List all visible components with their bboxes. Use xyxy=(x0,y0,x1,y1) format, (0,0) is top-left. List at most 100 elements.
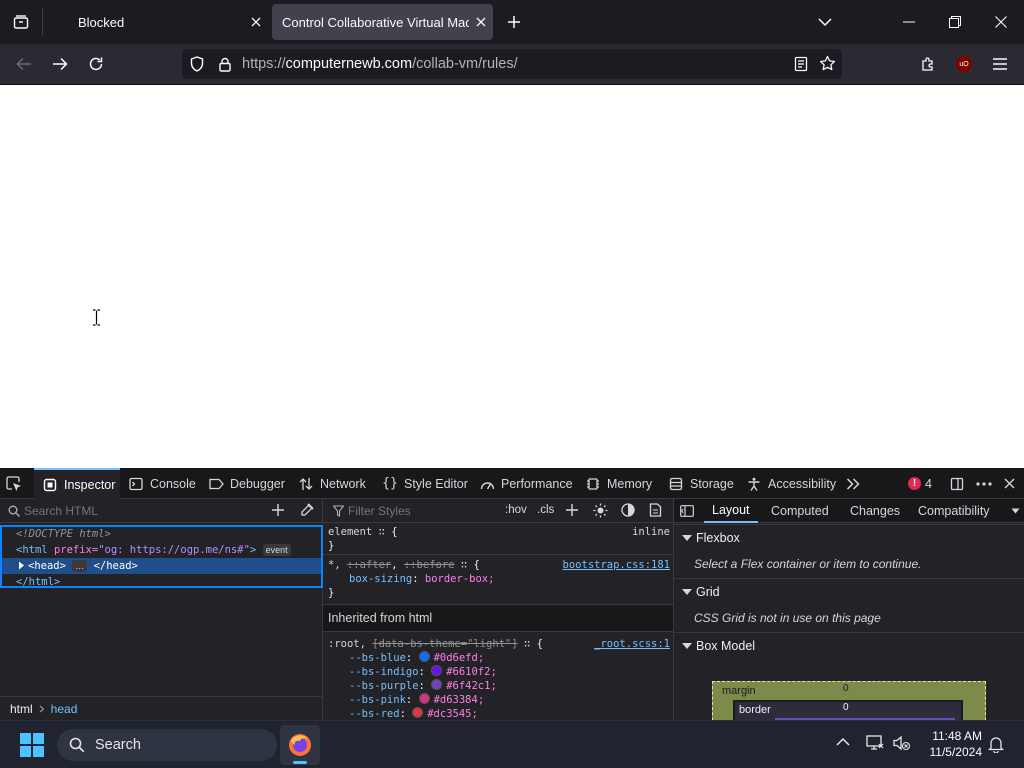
color-swatch[interactable] xyxy=(431,665,443,676)
tab-blocked[interactable]: Blocked xyxy=(44,4,268,40)
close-devtools-button[interactable] xyxy=(1004,468,1015,499)
back-button[interactable] xyxy=(8,48,40,80)
declaration-bs-red[interactable]: --bs-red: #dc3545; xyxy=(323,707,673,720)
tab-debugger[interactable]: Debugger xyxy=(208,468,285,499)
dock-side-button[interactable] xyxy=(950,468,964,499)
toggle-sidebar-button[interactable] xyxy=(680,499,694,523)
box-model-border[interactable]: border 0 xyxy=(733,700,963,720)
tab-collab-vm[interactable]: Control Collaborative Virtual Machine xyxy=(272,4,493,40)
breadcrumb-item-html[interactable]: html xyxy=(10,702,33,716)
tab-inspector[interactable]: Inspector xyxy=(34,468,120,499)
more-tools-button[interactable] xyxy=(846,468,860,499)
flexbox-section-header[interactable]: Flexbox xyxy=(674,524,1024,550)
extensions-button[interactable] xyxy=(912,48,944,80)
tab-computed[interactable]: Computed xyxy=(771,499,829,523)
tab-style-editor[interactable]: {} Style Editor xyxy=(382,468,468,499)
declaration-bs-indigo[interactable]: --bs-indigo: #6610f2; xyxy=(323,665,673,679)
markup-node-html-close[interactable]: </html> xyxy=(2,574,321,590)
box-model-section-header[interactable]: Box Model xyxy=(674,632,1024,658)
new-tab-button[interactable] xyxy=(492,0,536,44)
tab-network[interactable]: Network xyxy=(298,468,366,499)
event-badge[interactable]: event xyxy=(262,544,291,556)
tracking-protection-icon[interactable] xyxy=(182,56,212,72)
tab-performance[interactable]: Performance xyxy=(479,468,573,499)
hov-toggle[interactable]: :hov xyxy=(505,504,527,516)
url-text[interactable]: https://computernewb.com/collab-vm/rules… xyxy=(242,56,518,72)
declaration[interactable]: box-sizing: border-box; xyxy=(323,572,673,586)
app-menu-button[interactable] xyxy=(984,48,1016,80)
markup-node-doctype[interactable]: <!DOCTYPE html> xyxy=(2,526,321,542)
tab-compatibility[interactable]: Compatibility xyxy=(918,499,990,523)
color-swatch[interactable] xyxy=(418,693,430,704)
console-icon xyxy=(128,476,144,492)
forward-button[interactable] xyxy=(44,48,76,80)
color-swatch[interactable] xyxy=(431,679,443,690)
reader-view-icon[interactable] xyxy=(794,56,808,72)
page-content[interactable] xyxy=(0,85,1024,468)
network-status-icon[interactable] xyxy=(866,735,884,751)
tab-changes[interactable]: Changes xyxy=(850,499,900,523)
margin-top-value[interactable]: 0 xyxy=(843,683,849,694)
cls-toggle[interactable]: .cls xyxy=(537,504,554,516)
tab-label: Network xyxy=(320,476,366,491)
declaration-bs-blue[interactable]: --bs-blue: #0d6efd; xyxy=(323,651,673,665)
url-bar[interactable]: https://computernewb.com/collab-vm/rules… xyxy=(182,49,842,79)
markup-node-html[interactable]: <html prefix="og: https://ogp.me/ns#"> e… xyxy=(2,542,321,558)
element-rule[interactable]: element ∷ {inline } xyxy=(323,525,673,553)
dark-scheme-button[interactable] xyxy=(621,503,635,517)
tab-memory[interactable]: Memory xyxy=(585,468,652,499)
collapsed-ellipsis-badge[interactable]: … xyxy=(72,560,88,572)
universal-rule[interactable]: *, ::after, ::before ∷ {bootstrap.css:18… xyxy=(323,558,673,600)
rule-selector: :root, xyxy=(328,638,366,650)
border-top-value[interactable]: 0 xyxy=(843,702,849,713)
light-scheme-button[interactable] xyxy=(593,503,608,518)
tab-layout[interactable]: Layout xyxy=(704,499,758,523)
add-node-button[interactable] xyxy=(272,504,284,516)
lock-icon[interactable] xyxy=(212,57,238,72)
bookmark-star-icon[interactable] xyxy=(819,55,836,72)
print-media-button[interactable] xyxy=(649,503,662,517)
restore-button[interactable] xyxy=(932,0,978,44)
taskbar-firefox-button[interactable] xyxy=(280,725,320,765)
add-rule-button[interactable] xyxy=(566,504,578,516)
tab-accessibility[interactable]: Accessibility xyxy=(746,468,836,499)
tab-storage[interactable]: Storage xyxy=(668,468,734,499)
grid-section-header[interactable]: Grid xyxy=(674,578,1024,604)
color-swatch[interactable] xyxy=(412,707,424,718)
tab-manager-button[interactable] xyxy=(0,0,42,44)
rule-source-link[interactable]: _root.scss:1 xyxy=(594,637,670,651)
close-window-button[interactable] xyxy=(978,0,1024,44)
breadcrumb-item-head[interactable]: head xyxy=(51,702,78,716)
devtools-options-button[interactable] xyxy=(976,468,992,499)
minimize-button[interactable] xyxy=(886,0,932,44)
eyedropper-button[interactable] xyxy=(300,503,314,517)
tab-close-button[interactable] xyxy=(244,10,268,34)
expand-triangle-icon[interactable] xyxy=(18,561,25,570)
tab-console[interactable]: Console xyxy=(128,468,196,499)
show-hidden-icons-button[interactable] xyxy=(836,737,850,747)
declaration-bs-purple[interactable]: --bs-purple: #6f42c1; xyxy=(323,679,673,693)
clock[interactable]: 11:48 AM 11/5/2024 xyxy=(920,728,983,760)
sidebar-tabs-dropdown[interactable] xyxy=(1011,499,1020,523)
rule-divider xyxy=(323,554,673,555)
list-all-tabs-button[interactable] xyxy=(802,0,848,44)
start-button[interactable] xyxy=(20,733,44,757)
pick-element-button[interactable] xyxy=(6,468,28,499)
rule-source-link[interactable]: bootstrap.css:181 xyxy=(563,558,670,572)
ublock-origin-button[interactable]: uO xyxy=(948,48,980,80)
property-value: #dc3545; xyxy=(427,708,478,720)
volume-muted-icon[interactable] xyxy=(893,735,911,751)
box-model-margin[interactable]: margin 0 border 0 xyxy=(712,681,986,720)
tab-close-button[interactable] xyxy=(469,10,493,34)
color-swatch[interactable] xyxy=(418,651,430,662)
error-count-badge[interactable]: ! 4 xyxy=(908,468,932,499)
filter-styles-input[interactable] xyxy=(348,503,498,518)
root-rule[interactable]: :root, [data-bs-theme="light"] ∷ {_root.… xyxy=(323,637,673,720)
markup-node-head[interactable]: <head> … </head> xyxy=(2,558,321,574)
taskbar-search-box[interactable]: Search xyxy=(57,729,277,761)
bell-icon xyxy=(988,737,1004,753)
notifications-button[interactable] xyxy=(988,735,1004,753)
reload-button[interactable] xyxy=(80,48,112,80)
declaration-bs-pink[interactable]: --bs-pink: #d63384; xyxy=(323,693,673,707)
search-html-input[interactable] xyxy=(24,503,254,518)
